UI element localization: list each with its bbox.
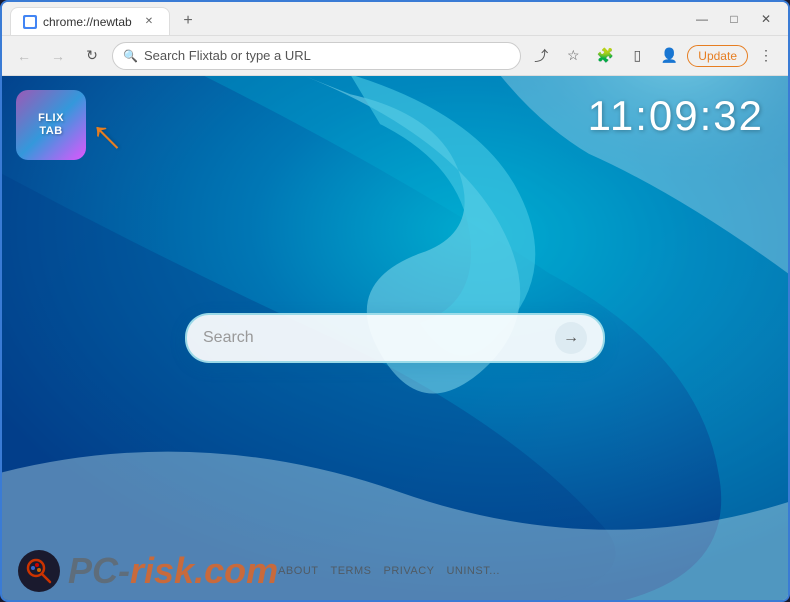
back-button[interactable]: ← bbox=[10, 42, 38, 70]
pcrisk-risk-part: risk.com bbox=[130, 550, 278, 591]
new-tab-button[interactable]: + bbox=[174, 7, 202, 35]
navigation-bar: ← → ↻ 🔍 Search Flixtab or type a URL ⤴ ☆… bbox=[2, 36, 788, 76]
address-text: Search Flixtab or type a URL bbox=[144, 48, 510, 63]
footer: PC-risk.com ABOUT TERMS PRIVACY UNINST..… bbox=[2, 542, 788, 600]
active-tab[interactable]: chrome://newtab ✕ bbox=[10, 7, 170, 35]
footer-links: ABOUT TERMS PRIVACY UNINST... bbox=[278, 565, 500, 577]
page-content: 11:09:32 FLIX TAB ↑ → bbox=[2, 76, 788, 600]
browser-window: chrome://newtab ✕ + — □ ✕ ← → ↻ 🔍 Search… bbox=[0, 0, 790, 602]
window-controls: — □ ✕ bbox=[688, 5, 780, 33]
address-bar[interactable]: 🔍 Search Flixtab or type a URL bbox=[112, 42, 521, 70]
pcrisk-icon bbox=[18, 550, 60, 592]
forward-button[interactable]: → bbox=[44, 42, 72, 70]
maximize-button[interactable]: □ bbox=[720, 5, 748, 33]
refresh-button[interactable]: ↻ bbox=[78, 42, 106, 70]
search-submit-button[interactable]: → bbox=[555, 322, 587, 354]
search-input[interactable] bbox=[203, 329, 555, 347]
search-container: → bbox=[185, 313, 605, 363]
nav-actions: ⤴ ☆ 🧩 ▯ 👤 Update ⋮ bbox=[527, 42, 780, 70]
tab-close-button[interactable]: ✕ bbox=[141, 14, 157, 30]
pcrisk-pc-part: PC- bbox=[68, 550, 130, 591]
bookmark-button[interactable]: ☆ bbox=[559, 42, 587, 70]
minimize-button[interactable]: — bbox=[688, 5, 716, 33]
search-icon: 🔍 bbox=[123, 49, 138, 63]
search-box[interactable]: → bbox=[185, 313, 605, 363]
flix-tab-label-line1: FLIX bbox=[38, 112, 64, 125]
more-button[interactable]: ⋮ bbox=[752, 42, 780, 70]
profile-button[interactable]: 👤 bbox=[655, 42, 683, 70]
share-button[interactable]: ⤴ bbox=[527, 42, 555, 70]
flix-tab-label-line2: TAB bbox=[39, 125, 62, 138]
clock: 11:09:32 bbox=[588, 92, 764, 140]
privacy-link[interactable]: PRIVACY bbox=[384, 565, 435, 577]
uninstall-link[interactable]: UNINST... bbox=[446, 565, 499, 577]
pcrisk-text: PC-risk.com bbox=[68, 550, 278, 592]
title-bar: chrome://newtab ✕ + — □ ✕ bbox=[2, 2, 788, 36]
extensions-button[interactable]: 🧩 bbox=[591, 42, 619, 70]
update-button[interactable]: Update bbox=[687, 45, 748, 67]
pcrisk-com-part: .com bbox=[194, 550, 278, 591]
tab-title: chrome://newtab bbox=[43, 15, 132, 29]
close-button[interactable]: ✕ bbox=[752, 5, 780, 33]
tab-favicon bbox=[23, 15, 37, 29]
terms-link[interactable]: TERMS bbox=[331, 565, 372, 577]
sidebar-button[interactable]: ▯ bbox=[623, 42, 651, 70]
about-link[interactable]: ABOUT bbox=[278, 565, 318, 577]
flix-tab-logo[interactable]: FLIX TAB bbox=[16, 90, 86, 160]
pcrisk-logo: PC-risk.com bbox=[18, 550, 278, 592]
tab-area: chrome://newtab ✕ + bbox=[10, 2, 688, 35]
